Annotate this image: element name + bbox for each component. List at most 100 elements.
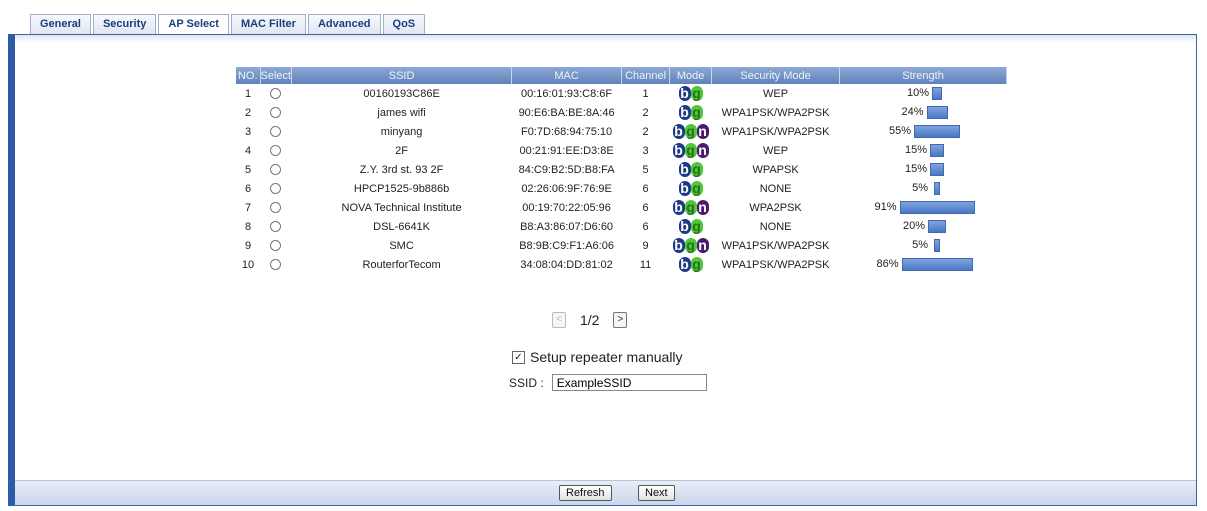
ssid-input[interactable]: [551, 374, 707, 391]
table-row[interactable]: 7 NOVA Technical Institute 00:19:70:22:05:…: [236, 198, 1007, 217]
ssid-cell: HPCP1525-9b886b: [353, 182, 450, 195]
table-row[interactable]: 2 james wifi 90:E6:BA:BE:8A:46 2 b g WPA1PSK/W…: [236, 103, 1007, 122]
strength-cell: 15%: [840, 160, 1007, 179]
tab-qos[interactable]: QoS: [382, 14, 426, 34]
ssid-cell: RouterforTecom: [362, 258, 441, 271]
radio-icon[interactable]: [270, 88, 282, 100]
strength-percent: 55%: [889, 125, 912, 138]
radio-icon[interactable]: [270, 145, 282, 157]
table-row[interactable]: 3 minyang F0:7D:68:94:75:10 2 b g n WPA1PSK/WPA…: [236, 122, 1007, 141]
radio-icon[interactable]: [270, 221, 282, 233]
row-number: 3: [244, 125, 252, 138]
strength-percent: 10%: [907, 87, 930, 100]
security-cell: NONE: [759, 182, 792, 195]
mode-g-icon: g: [684, 123, 697, 139]
strength-bar: [899, 201, 975, 214]
mode-badges: bg: [678, 180, 703, 196]
ssid-cell: 2F: [395, 144, 408, 157]
radio-icon[interactable]: [270, 240, 282, 252]
tab-general[interactable]: General: [30, 14, 91, 34]
channel-cell: 5: [642, 163, 649, 176]
row-number: 2: [244, 106, 252, 119]
tab-security[interactable]: Security: [92, 14, 157, 34]
row-number: 1: [244, 87, 252, 100]
ssid-cell: 00160193C86E: [363, 87, 440, 100]
strength-bar: [930, 144, 945, 157]
mac-cell: B8:9B:C9:F1:A6:06: [519, 239, 614, 252]
mode-g-icon: g: [684, 237, 697, 253]
mac-cell: 00:16:01:93:C8:6F: [521, 87, 613, 100]
ssid-cell: minyang: [380, 125, 423, 138]
strength-bar: [926, 106, 948, 119]
strength-bar: [914, 125, 961, 138]
table-row[interactable]: 5 Z.Y. 3rd st. 93 2F 84:C9:B2:5D:B8:FA 5 b g W…: [236, 160, 1007, 179]
panel-top-gradient: [15, 35, 1196, 43]
mode-n-icon: n: [696, 142, 709, 158]
mode-cell: bg: [670, 255, 712, 274]
strength-percent: 86%: [876, 258, 899, 271]
row-number: 10: [241, 258, 255, 271]
mode-b-icon: b: [672, 123, 685, 139]
security-cell: WPA2PSK: [749, 201, 802, 214]
pagination: < 1/2 >: [552, 312, 628, 328]
strength-percent: 15%: [905, 144, 928, 157]
tab-mac-filter[interactable]: MAC Filter: [230, 14, 306, 34]
strength-bar: [934, 239, 941, 252]
tab-advanced[interactable]: Advanced: [307, 14, 381, 34]
column-header: Strength: [839, 67, 1007, 84]
strength-cell: 5%: [840, 179, 1007, 198]
table-row[interactable]: 6 HPCP1525-9b886b 02:26:06:9F:76:9E 6 b g NONE…: [236, 179, 1007, 198]
mode-g-icon: g: [684, 142, 697, 158]
table-row[interactable]: 1 00160193C86E 00:16:01:93:C8:6F 1 b g WEP 10%: [236, 84, 1007, 103]
strength-bar: [932, 87, 943, 100]
radio-icon[interactable]: [270, 202, 282, 214]
security-cell: WPA1PSK/WPA2PSK: [721, 258, 830, 271]
security-cell: WPAPSK: [752, 163, 799, 176]
strength-percent: 20%: [903, 220, 926, 233]
repeater-label: Setup repeater manually: [530, 349, 683, 365]
column-header: NO.: [236, 67, 261, 84]
strength-percent: 5%: [912, 182, 928, 195]
radio-icon[interactable]: [270, 164, 282, 176]
table-row[interactable]: 10 RouterforTecom 34:08:04:DD:81:02 11 b g WPA…: [236, 255, 1007, 274]
select-cell: [260, 160, 292, 179]
table-row[interactable]: 8 DSL-6641K B8:A3:86:07:D6:60 6 b g NONE 20%: [236, 217, 1007, 236]
mode-badges: bg: [678, 256, 703, 272]
mode-n-icon: n: [696, 237, 709, 253]
mode-cell: bgn: [670, 122, 712, 141]
mac-cell: F0:7D:68:94:75:10: [521, 125, 613, 138]
ap-table: NO. Select SSID MAC Channel Mode Security Mode…: [236, 67, 1007, 274]
refresh-button[interactable]: Refresh: [559, 485, 612, 501]
table-row[interactable]: 4 2F 00:21:91:EE:D3:8E 3 b g n WEP 15%: [236, 141, 1007, 160]
radio-icon[interactable]: [270, 126, 282, 138]
mode-b-icon: b: [678, 104, 691, 120]
prev-page-button[interactable]: <: [552, 312, 566, 328]
mac-cell: 02:26:06:9F:76:9E: [521, 182, 612, 195]
mode-cell: bgn: [670, 236, 712, 255]
next-page-button[interactable]: >: [613, 312, 628, 328]
mode-badges: bg: [678, 218, 703, 234]
mode-g-icon: g: [690, 256, 703, 272]
mode-g-icon: g: [690, 180, 703, 196]
mode-b-icon: b: [672, 199, 685, 215]
table-row[interactable]: 9 SMC B8:9B:C9:F1:A6:06 9 b g n WPA1PSK/WPA2PSK…: [236, 236, 1007, 255]
mode-g-icon: g: [690, 218, 703, 234]
row-number: 9: [244, 239, 252, 252]
mode-cell: bgn: [670, 141, 712, 160]
ssid-cell: NOVA Technical Institute: [341, 201, 462, 214]
select-cell: [260, 198, 292, 217]
radio-icon[interactable]: [270, 183, 282, 195]
radio-icon[interactable]: [270, 107, 282, 119]
select-cell: [260, 217, 292, 236]
mode-g-icon: g: [690, 161, 703, 177]
mac-cell: 00:19:70:22:05:96: [522, 201, 611, 214]
next-button[interactable]: Next: [638, 485, 675, 501]
checkbox-checked-icon[interactable]: ✓: [512, 350, 525, 364]
mode-g-icon: g: [684, 199, 697, 215]
column-header: Select: [260, 67, 293, 84]
radio-icon[interactable]: [270, 259, 282, 271]
mode-badges: bgn: [672, 237, 709, 253]
tab-ap-select[interactable]: AP Select: [158, 14, 229, 35]
select-cell: [260, 179, 292, 198]
page-indicator: 1/2: [580, 312, 600, 328]
